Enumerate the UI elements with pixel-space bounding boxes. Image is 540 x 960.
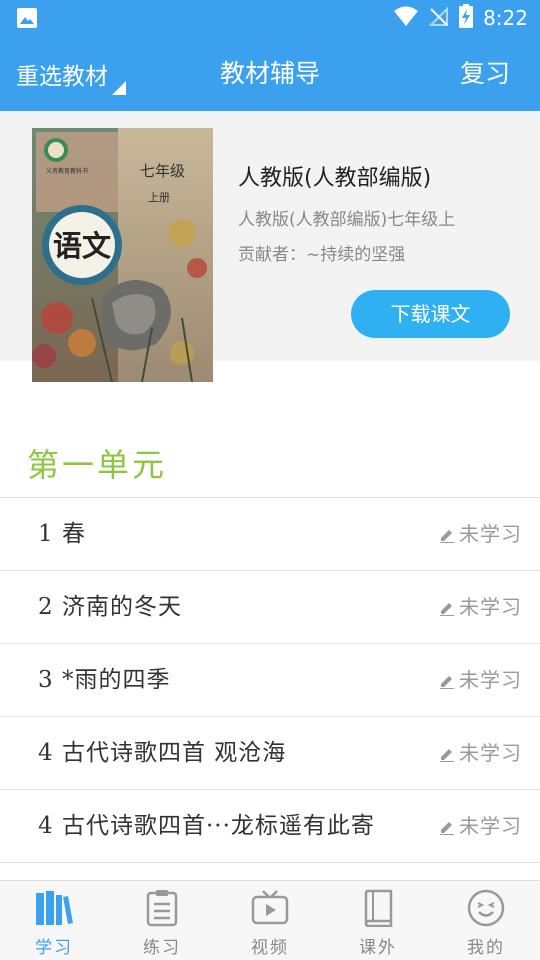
textbook-info-card: 义务教育教科书 七年级 上册 语文 人教版(人教部编版) 人教版(人教部编版)七…	[0, 111, 540, 382]
bottom-navigation: 学习 练习 视频 课外 我的	[0, 880, 540, 960]
no-signal-icon	[428, 5, 449, 31]
book-cover-image[interactable]: 义务教育教科书 七年级 上册 语文	[32, 128, 213, 382]
cover-grade-text: 七年级	[140, 162, 185, 180]
tab-profile[interactable]: 我的	[432, 881, 540, 960]
pencil-icon	[440, 675, 454, 689]
cover-series-text: 义务教育教科书	[46, 167, 88, 175]
book-grade-subtitle: 人教版(人教部编版)七年级上	[238, 210, 456, 230]
reselect-textbook-button[interactable]: 重选教材	[16, 36, 126, 111]
list-item[interactable]: 4 古代诗歌四首 观沧海 未学习	[0, 716, 540, 789]
lesson-status: 未学习	[439, 790, 522, 863]
book-edition-title: 人教版(人教部编版)	[238, 166, 432, 191]
lesson-name: 3 *雨的四季	[38, 667, 171, 693]
cover-volume-text: 上册	[148, 191, 170, 204]
pencil-icon	[440, 529, 454, 543]
tab-practice[interactable]: 练习	[108, 881, 216, 960]
reselect-textbook-label: 重选教材	[16, 63, 108, 90]
review-button[interactable]: 复习	[460, 36, 510, 111]
clock: 8:22	[483, 6, 528, 30]
pencil-icon	[440, 748, 454, 762]
lesson-name: 2 济南的冬天	[38, 594, 182, 620]
lesson-status-label: 未学习	[459, 595, 522, 619]
list-item[interactable]: 4 古代诗歌四首···龙标遥有此寄 未学习	[0, 789, 540, 862]
app-screen: 8:22 教材辅导 重选教材 复习 义务教育教科书 七年级 上册 语文 人教版(…	[0, 0, 540, 960]
app-header: 教材辅导 重选教材 复习	[0, 36, 540, 111]
lesson-status: 未学习	[439, 571, 522, 644]
download-text-button[interactable]: 下载课文	[351, 290, 510, 338]
list-item[interactable]: 1 春 未学习	[0, 497, 540, 570]
tab-label: 我的	[467, 938, 505, 958]
tab-study[interactable]: 学习	[0, 881, 108, 960]
lesson-status-label: 未学习	[459, 522, 522, 546]
list-item[interactable]: 3 *雨的四季 未学习	[0, 643, 540, 716]
lesson-list: 1 春 未学习 2 济南的冬天 未学习 3 *雨的四季 未学习 4 古代诗歌四首…	[0, 497, 540, 863]
tab-label: 学习	[35, 938, 73, 958]
image-icon	[16, 7, 38, 29]
dropdown-corner-icon	[112, 81, 126, 95]
wifi-icon	[393, 5, 419, 31]
pencil-icon	[440, 602, 454, 616]
pencil-icon	[440, 821, 454, 835]
lesson-name: 4 古代诗歌四首···龙标遥有此寄	[38, 813, 375, 839]
book-contributor: 贡献者：~持续的坚强	[238, 245, 406, 265]
tab-extracurricular[interactable]: 课外	[324, 881, 432, 960]
list-item[interactable]: 2 济南的冬天 未学习	[0, 570, 540, 643]
lesson-status: 未学习	[439, 717, 522, 790]
list-item-divider	[0, 862, 540, 863]
battery-charging-icon	[459, 4, 474, 32]
lesson-status-label: 未学习	[459, 741, 522, 765]
lesson-name: 1 春	[38, 521, 86, 547]
status-bar: 8:22	[0, 0, 540, 36]
tab-video[interactable]: 视频	[216, 881, 324, 960]
lesson-status-label: 未学习	[459, 668, 522, 692]
lesson-status-label: 未学习	[459, 814, 522, 838]
clipboard-icon	[141, 887, 183, 929]
unit-title: 第一单元	[27, 446, 168, 484]
book-icon	[357, 887, 399, 929]
tab-label: 课外	[359, 938, 397, 958]
cover-subject-text: 语文	[53, 229, 112, 263]
lesson-status: 未学习	[439, 644, 522, 717]
smiley-face-icon	[465, 887, 507, 929]
books-icon	[33, 887, 75, 929]
lesson-status: 未学习	[439, 498, 522, 571]
lesson-name: 4 古代诗歌四首 观沧海	[38, 740, 287, 766]
tab-label: 视频	[251, 938, 289, 958]
tab-label: 练习	[143, 938, 181, 958]
tv-play-icon	[249, 887, 291, 929]
